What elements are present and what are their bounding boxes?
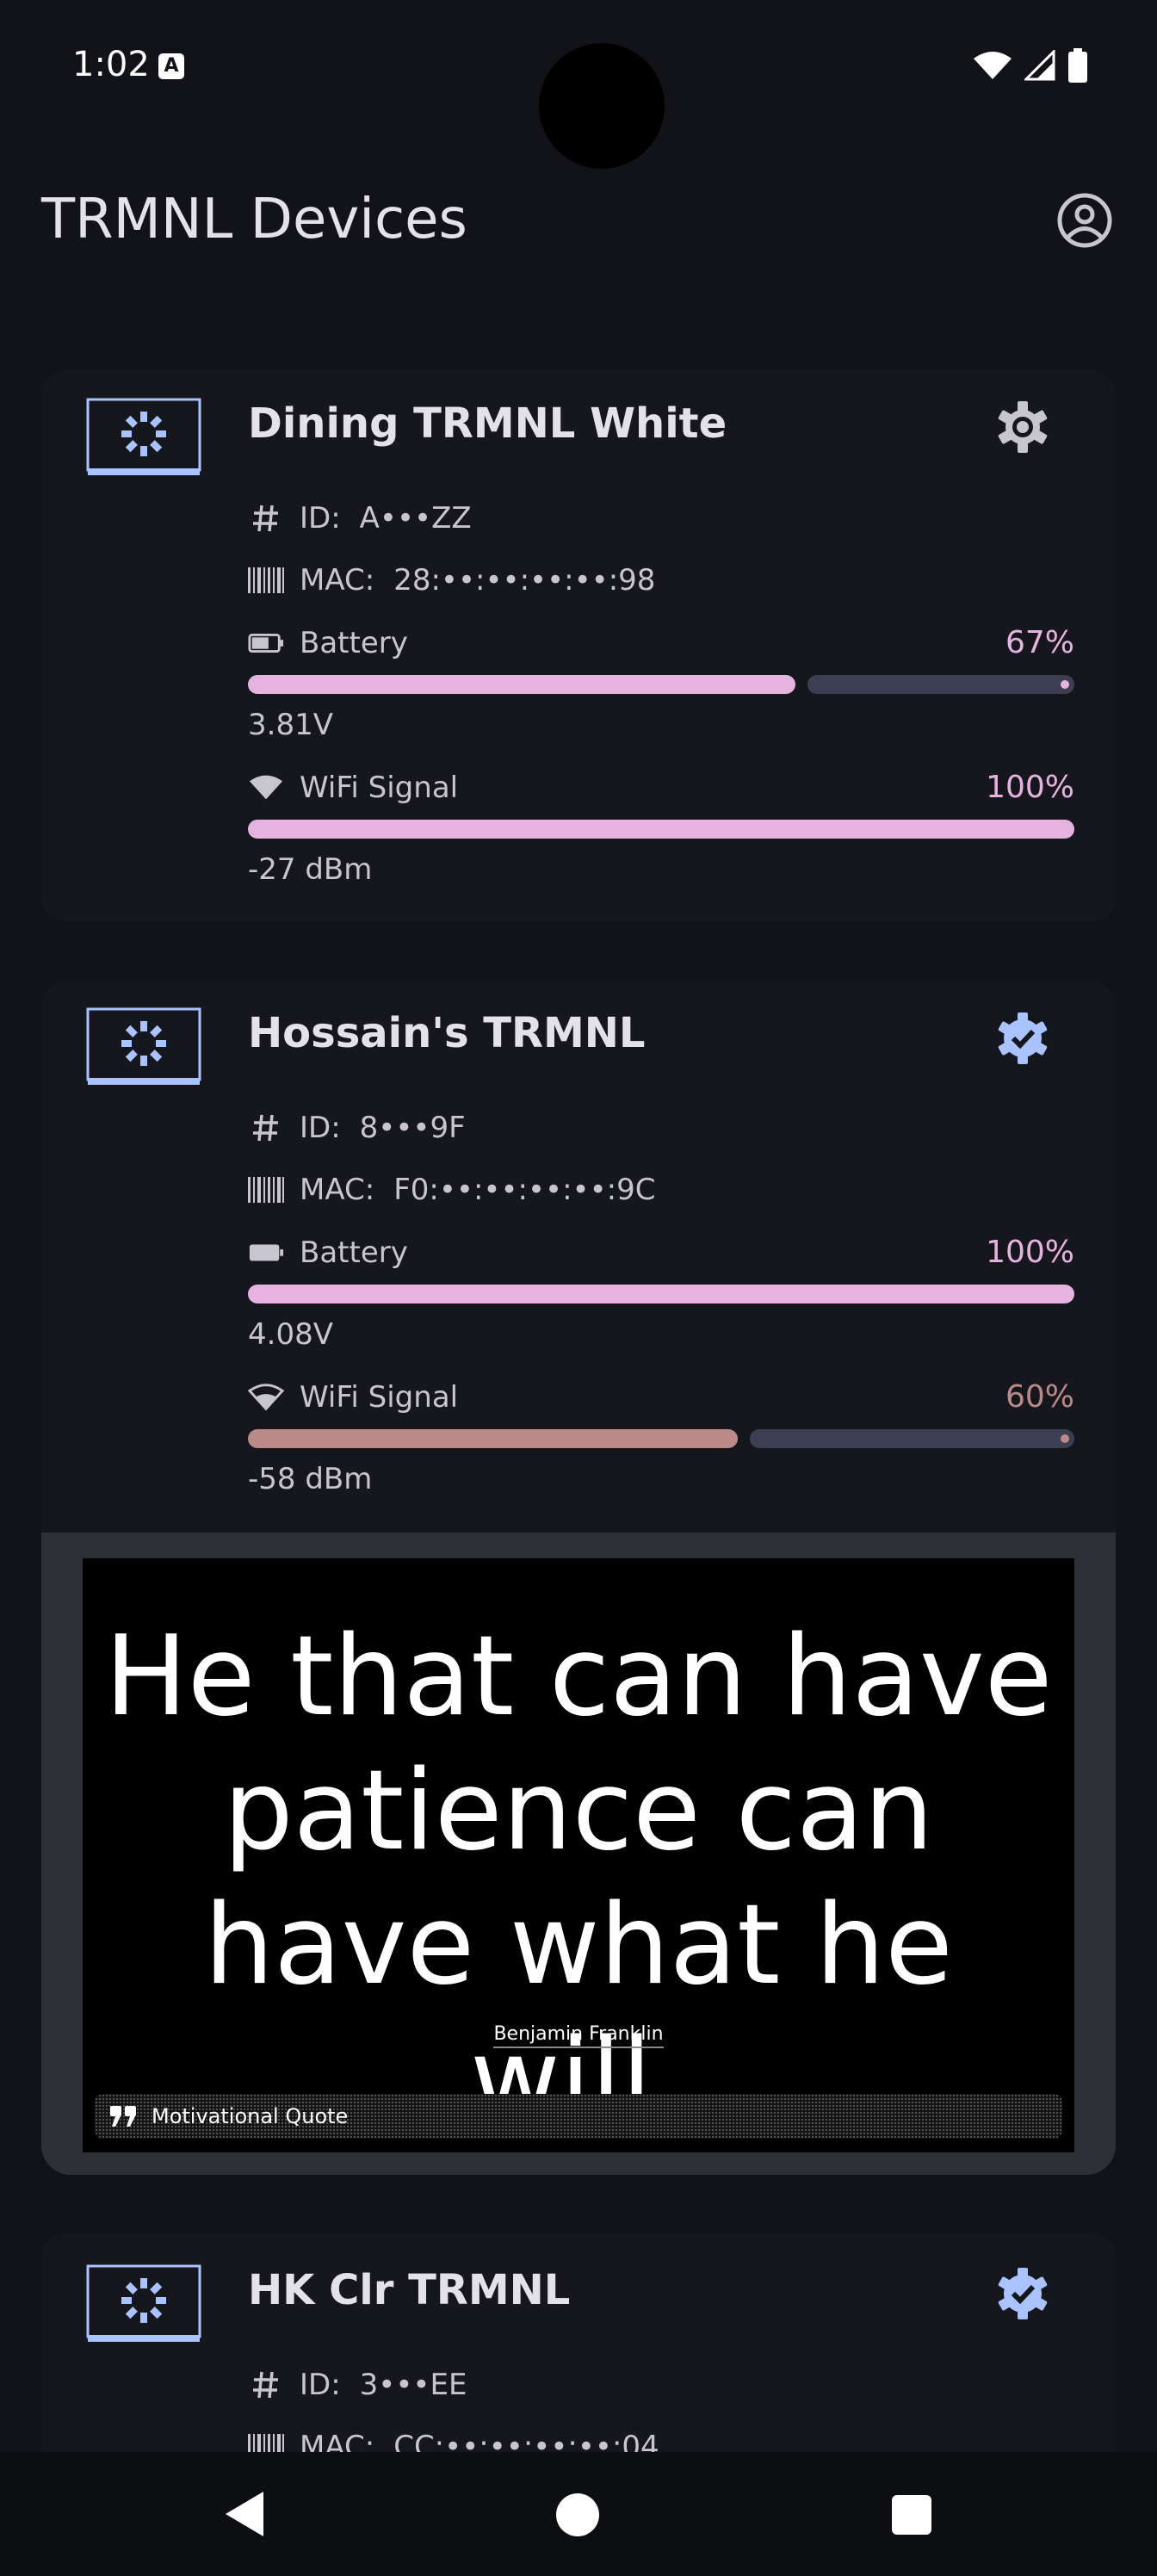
mac-label: MAC: [300,2430,375,2452]
hash-icon [248,504,284,533]
battery-full-icon [248,1238,284,1267]
id-label: ID: [300,501,341,536]
trmnl-device-icon [86,1007,201,1085]
device-card[interactable]: HK Clr TRMNL ID: 3•••EE MAC: CC:••:••:••… [41,2233,1116,2452]
device-id-row: ID: 8•••9F [248,1111,466,1145]
account-button[interactable] [1055,191,1114,250]
battery-percent: 100% [986,1235,1074,1270]
battery-progress [248,1285,1074,1303]
progress-fill [248,675,795,694]
device-id-row: ID: 3•••EE [248,2368,467,2402]
notification-a-icon: A [158,53,184,79]
battery-label: Battery [300,1235,408,1270]
battery-status-icon [1068,48,1087,83]
status-time: 1:02 [72,45,150,84]
battery-percent: 67% [1005,625,1074,660]
status-bar: 1:02 A [0,0,1157,169]
wifi-icon [248,773,284,802]
device-id-row: ID: A•••ZZ [248,501,472,536]
device-settings-button[interactable] [993,1009,1052,1068]
back-icon[interactable] [220,2488,269,2540]
gear-check-icon [998,2268,1048,2319]
wifi-percent: 100% [986,770,1074,805]
system-nav-bar [0,2452,1157,2576]
hash-icon [248,2370,284,2400]
device-id: 8•••9F [359,1111,466,1145]
trmnl-device-icon [86,398,201,475]
wifi-status-icon [974,52,1012,79]
mac-label: MAC: [300,1173,375,1207]
plugin-label: Motivational Quote [152,2104,349,2128]
quote-text: He that can have patience can have what … [104,1613,1053,2144]
device-name: HK Clr TRMNL [248,2266,571,2314]
barcode-icon [248,566,284,595]
battery-header: Battery 100% [248,1235,1074,1270]
quote-author: Benjamin Franklin [83,2023,1074,2048]
device-card[interactable]: Dining TRMNL White ID: A•••ZZ MAC: 28:••… [41,370,1116,921]
progress-fill [248,820,1074,839]
wifi-percent: 60% [1005,1379,1074,1415]
gear-outline-icon [998,401,1048,453]
progress-track [807,675,1074,694]
battery-icon [248,629,284,658]
page-title: TRMNL Devices [41,188,467,251]
device-mac: F0:••:••:••:••:9C [393,1173,656,1207]
battery-header: Battery 67% [248,625,1074,660]
progress-track [750,1429,1074,1448]
mac-label: MAC: [300,563,375,598]
wifi-label: WiFi Signal [300,770,459,805]
progress-fill [248,1429,738,1448]
gear-check-icon [998,1012,1048,1064]
battery-voltage: 3.81V [248,708,333,742]
wifi-dbm: -58 dBm [248,1462,373,1496]
wifi-progress [248,820,1074,839]
device-mac: 28:••:••:••:••:98 [393,563,656,598]
device-card[interactable]: Hossain's TRMNL ID: 8•••9F MAC: F0:••:••… [41,981,1116,1533]
device-id: A•••ZZ [359,501,472,536]
battery-label: Battery [300,625,408,660]
id-label: ID: [300,1111,341,1145]
device-name: Dining TRMNL White [248,399,727,448]
plugin-footer: Motivational Quote [95,2094,1062,2139]
progress-end-dot [1061,680,1069,689]
wifi-medium-icon [248,1383,284,1412]
device-id: 3•••EE [359,2368,467,2402]
cell-signal-icon [1024,50,1055,81]
eink-screen: He that can have patience can have what … [83,1558,1074,2152]
camera-cutout [539,43,665,169]
device-name: Hossain's TRMNL [248,1009,646,1057]
device-screen-preview[interactable]: He that can have patience can have what … [41,1533,1116,2175]
progress-fill [248,1285,1074,1303]
barcode-icon [248,2432,284,2452]
id-label: ID: [300,2368,341,2402]
device-mac-row: MAC: CC:••:••:••:••:04 [248,2430,659,2452]
wifi-header: WiFi Signal 60% [248,1379,1074,1415]
battery-progress [248,675,1074,694]
device-settings-button[interactable] [993,398,1052,456]
recents-icon[interactable] [892,2495,931,2535]
quote-icon [110,2106,136,2127]
battery-voltage: 4.08V [248,1317,333,1352]
home-icon[interactable] [556,2493,599,2536]
device-settings-button[interactable] [993,2264,1052,2323]
wifi-progress [248,1429,1074,1448]
wifi-label: WiFi Signal [300,1379,459,1415]
account-circle-icon [1057,193,1112,248]
hash-icon [248,1113,284,1142]
device-mac-row: MAC: F0:••:••:••:••:9C [248,1173,655,1207]
barcode-icon [248,1175,284,1204]
trmnl-device-icon [86,2264,201,2342]
progress-end-dot [1061,1434,1069,1443]
status-icons [973,48,1088,83]
quote-author-name: Benjamin Franklin [493,2023,664,2048]
device-mac-row: MAC: 28:••:••:••:••:98 [248,563,655,598]
wifi-dbm: -27 dBm [248,852,373,887]
device-mac: CC:••:••:••:••:04 [393,2430,659,2452]
wifi-header: WiFi Signal 100% [248,770,1074,805]
